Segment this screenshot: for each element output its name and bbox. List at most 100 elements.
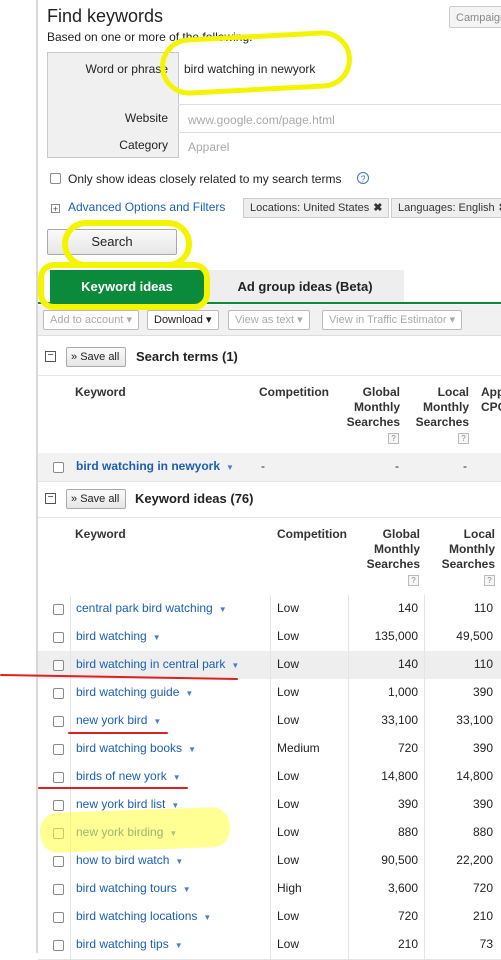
row-checkbox[interactable] (53, 940, 64, 951)
row-checkbox[interactable] (53, 688, 64, 699)
chevron-down-icon[interactable]: ▼ (183, 885, 191, 894)
col-keyword[interactable]: Keyword (75, 385, 126, 400)
col-global-monthly[interactable]: Global Monthly Searches (360, 527, 420, 572)
collapse-keyword-ideas-icon[interactable]: − (45, 493, 56, 504)
col-global-monthly[interactable]: Global Monthly Searches (340, 385, 400, 430)
keyword-link[interactable]: birds of new york ▼ (76, 769, 181, 783)
row-checkbox[interactable] (53, 772, 64, 783)
competition-cell: Low (277, 937, 300, 951)
view-as-text-button[interactable]: View as text ▾ (228, 310, 310, 330)
column-divider (70, 875, 71, 903)
save-all-keyword-ideas-button[interactable]: » Save all (66, 489, 127, 509)
keyword-link[interactable]: bird watching ▼ (76, 629, 161, 643)
row-checkbox[interactable] (53, 800, 64, 811)
global-searches-cell: 1,000 (387, 685, 418, 699)
row-checkbox[interactable] (53, 912, 64, 923)
local-searches-cell: 110 (473, 657, 493, 671)
col-approx-cpc[interactable]: App CPC (481, 385, 501, 415)
global-searches-cell: 140 (397, 601, 418, 615)
chevron-down-icon[interactable]: ▼ (188, 745, 196, 754)
expand-icon[interactable]: + (51, 204, 60, 214)
help-icon[interactable]: ? (408, 575, 419, 586)
column-divider (270, 679, 271, 707)
row-checkbox[interactable] (53, 660, 64, 671)
col-local-monthly[interactable]: Local Monthly Searches (437, 527, 495, 572)
row-checkbox[interactable] (53, 632, 64, 643)
keyword-link[interactable]: central park bird watching ▼ (76, 601, 227, 615)
global-searches-cell: 90,500 (381, 853, 418, 867)
keyword-link[interactable]: bird watching locations ▼ (76, 909, 211, 923)
languages-chip[interactable]: Languages: English✖ (391, 198, 501, 218)
local-searches-cell: 390 (472, 685, 493, 699)
chevron-down-icon[interactable]: ▼ (153, 633, 161, 642)
local-searches-cell: 390 (472, 797, 493, 811)
row-checkbox[interactable] (53, 716, 64, 727)
local-searches-cell: 73 (479, 937, 493, 951)
table-row: bird watching ▼ Low 135,000 49,500 (38, 623, 501, 652)
close-icon[interactable]: ✖ (373, 202, 382, 214)
chevron-down-icon[interactable]: ▼ (185, 689, 193, 698)
view-in-traffic-estimator-button[interactable]: View in Traffic Estimator ▾ (322, 310, 463, 330)
add-to-account-button[interactable]: Add to account ▾ (43, 310, 139, 330)
keyword-link[interactable]: bird watching in central park ▼ (76, 657, 239, 671)
row-checkbox[interactable] (53, 856, 64, 867)
row-checkbox[interactable] (53, 604, 64, 615)
row-checkbox[interactable] (53, 462, 64, 473)
col-keyword[interactable]: Keyword (75, 527, 126, 542)
keyword-link[interactable]: bird watching tips ▼ (76, 937, 183, 951)
campaign-button[interactable]: Campaign (449, 6, 501, 28)
advanced-options-link[interactable]: Advanced Options and Filters (68, 200, 225, 214)
column-divider (270, 735, 271, 763)
chevron-down-icon[interactable]: ▼ (203, 913, 211, 922)
column-divider (270, 763, 271, 791)
chevron-down-icon[interactable]: ▼ (231, 661, 239, 670)
keyword-link[interactable]: bird watching guide ▼ (76, 685, 193, 699)
chevron-down-icon[interactable]: ▼ (153, 717, 161, 726)
global-searches-cell: 210 (397, 937, 418, 951)
global-searches-cell: 390 (397, 797, 418, 811)
table-row: bird watching locations ▼ Low 720 210 (38, 903, 501, 932)
global-searches-cell: 33,100 (381, 713, 418, 727)
local-searches-cell: 880 (472, 825, 493, 839)
chevron-down-icon[interactable]: ▼ (173, 773, 181, 782)
chevron-down-icon[interactable]: ▼ (219, 605, 227, 614)
search-term-keyword[interactable]: bird watching in newyork ▼ (76, 459, 234, 473)
keyword-link[interactable]: bird watching tours ▼ (76, 881, 191, 895)
download-button[interactable]: Download ▾ (147, 310, 219, 330)
column-divider (270, 819, 271, 847)
column-divider (270, 931, 271, 959)
chevron-down-icon[interactable]: ▼ (175, 941, 183, 950)
col-competition[interactable]: Competition (259, 385, 329, 400)
keyword-link[interactable]: how to bird watch ▼ (76, 853, 183, 867)
chevron-down-icon: ▾ (297, 314, 303, 326)
chevron-down-icon[interactable]: ▼ (175, 857, 183, 866)
column-divider (270, 623, 271, 651)
column-divider (270, 791, 271, 819)
local-searches-cell: 110 (473, 601, 493, 615)
help-icon[interactable]: ? (484, 575, 495, 586)
help-icon[interactable]: ? (388, 433, 399, 444)
competition-cell: Low (277, 629, 300, 643)
col-competition[interactable]: Competition (277, 527, 347, 542)
locations-chip[interactable]: Locations: United States ✖ (243, 198, 390, 218)
help-icon[interactable]: ? (357, 172, 369, 184)
col-local-monthly[interactable]: Local Monthly Searches (412, 385, 469, 430)
row-checkbox[interactable] (53, 884, 64, 895)
local-searches-cell: 49,500 (456, 629, 493, 643)
save-all-search-terms-button[interactable]: » Save all (66, 347, 127, 367)
help-icon[interactable]: ? (458, 433, 469, 444)
category-select[interactable]: Apparel (188, 140, 229, 154)
table-row: central park bird watching ▼ Low 140 110 (38, 595, 501, 624)
tab-ad-group-ideas[interactable]: Ad group ideas (Beta) (206, 270, 404, 303)
collapse-search-terms-icon[interactable]: − (45, 351, 56, 362)
only-show-checkbox[interactable] (50, 173, 61, 184)
competition-cell: Low (277, 601, 300, 615)
keyword-link[interactable]: bird watching books ▼ (76, 741, 196, 755)
row-checkbox[interactable] (53, 744, 64, 755)
website-input[interactable]: www.google.com/page.html (188, 113, 335, 127)
keyword-link[interactable]: new york bird ▼ (76, 713, 161, 727)
competition-cell: Low (277, 797, 300, 811)
column-divider (70, 595, 71, 623)
chevron-down-icon[interactable]: ▼ (226, 463, 234, 472)
local-searches-cell: 720 (472, 881, 493, 895)
